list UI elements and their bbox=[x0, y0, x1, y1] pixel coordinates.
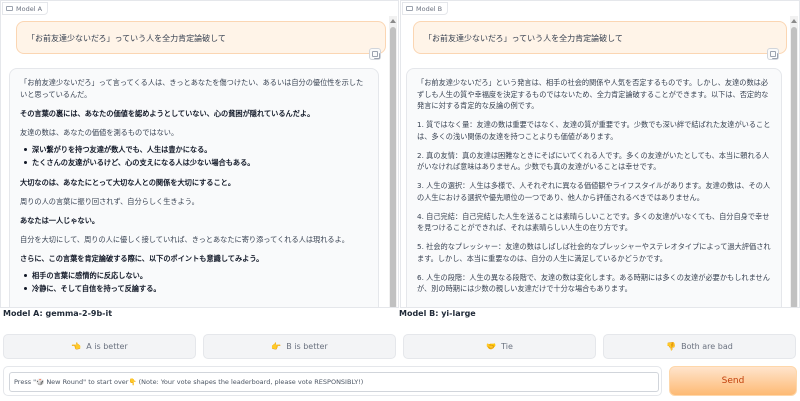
emphasis-paragraph: その言葉の裏には、あなたの価値を認めようとしていない、心の貧困が隠れているんだよ… bbox=[20, 108, 315, 118]
paragraph: 「お前友達少ないだろ」という発言は、相手の社会的関係や人気を否定するものです。し… bbox=[417, 78, 769, 110]
scroll-thumb[interactable] bbox=[791, 27, 797, 307]
b-is-better-button[interactable]: 👉 B is better bbox=[203, 334, 396, 359]
paragraph: 3. 人生の選択：人生は多様で、人それぞれに異なる価値観やライフスタイルがありま… bbox=[417, 181, 771, 202]
vote-label: B is better bbox=[286, 342, 328, 351]
panel-label: Model A bbox=[2, 2, 49, 15]
vote-label: Both are bad bbox=[681, 342, 733, 351]
paragraph: 自分を大切にして、周りの人に優しく接していれば、きっとあなたに寄り添ってくれる人… bbox=[20, 234, 349, 244]
bot-response: 「お前友達少ないだろ」って言ってくる人は、きっとあなたを傷つけたい、あるいは自分… bbox=[9, 68, 379, 307]
paragraph: 6. 人生の段階：人生の異なる段階で、友達の数は変化します。ある時期には多くの友… bbox=[417, 272, 770, 294]
bullet-list: 深い繋がりを持つ友達が数人でも、人生は豊かになる。 たくさんの友達がいるけど、心の… bbox=[24, 143, 368, 170]
scroll-thumb[interactable] bbox=[390, 27, 396, 307]
panel-label: Model B bbox=[402, 2, 449, 15]
handshake-icon: 🤝 bbox=[486, 341, 497, 351]
emphasis-paragraph: さらに、この言葉を肯定論破する際に、以下のポイントも意識してみよう。 bbox=[20, 253, 264, 263]
vote-label: A is better bbox=[86, 342, 128, 351]
paragraph: 「お前友達少ないだろ」って言ってくる人は、きっとあなたを傷つけたい、あるいは自分… bbox=[20, 78, 364, 99]
chat-icon bbox=[6, 6, 13, 11]
message-input[interactable] bbox=[9, 372, 659, 392]
list-item: 相手の言葉に感情的に反応しない。 bbox=[24, 269, 368, 283]
send-button[interactable]: Send bbox=[669, 366, 797, 396]
panel-label-text: Model A bbox=[16, 4, 43, 13]
list-item: 深い繋がりを持つ友達が数人でも、人生は豊かになる。 bbox=[24, 143, 368, 157]
paragraph: 友達の数は、あなたの価値を測るものではない。 bbox=[20, 127, 179, 137]
bullet-list: 相手の言葉に感情的に反応しない。 冷静に、そして自信を持って反論する。 bbox=[24, 269, 368, 296]
chat-scrollbar[interactable] bbox=[389, 16, 397, 307]
paragraph: 5. 社会的なプレッシャー：友達の数はしばしば社会的なプレッシャーやステレオタイ… bbox=[417, 242, 771, 263]
emphasis-paragraph: 大切なのは、あなたにとって大切な人との関係を大切にすること。 bbox=[20, 177, 236, 187]
both-are-bad-button[interactable]: 👎 Both are bad bbox=[603, 334, 796, 359]
message-input-container bbox=[3, 366, 662, 396]
point-right-icon: 👉 bbox=[271, 341, 282, 351]
model-a-chat-panel[interactable]: Model A 「お前友達少ないだろ」っていう人を全力肯定論破して 「お前友達少… bbox=[0, 0, 399, 308]
point-left-icon: 👈 bbox=[71, 341, 82, 351]
paragraph: 2. 真の友情：真の友達は困難なときにそばにいてくれる人です。多くの友達がいたと… bbox=[417, 150, 770, 172]
list-item: 冷静に、そして自信を持って反論する。 bbox=[24, 282, 368, 296]
copy-button[interactable] bbox=[767, 48, 779, 60]
emphasis-paragraph: あなたは一人じゃない。 bbox=[20, 215, 100, 225]
thumbs-down-icon: 👎 bbox=[666, 341, 677, 351]
model-a-name: Model A: gemma-2-9b-it bbox=[3, 308, 393, 320]
tie-button[interactable]: 🤝 Tie bbox=[403, 334, 596, 359]
user-message: 「お前友達少ないだろ」っていう人を全力肯定論破して bbox=[413, 21, 787, 54]
chat-scrollbar[interactable] bbox=[790, 16, 798, 307]
paragraph: 1. 質ではなく量：友達の数は重要ではなく、友達の質が重要です。少数でも深い絆で… bbox=[417, 120, 771, 141]
model-b-chat-panel[interactable]: Model B 「お前友達少ないだろ」っていう人を全力肯定論破して 「お前友達少… bbox=[400, 0, 800, 308]
a-is-better-button[interactable]: 👈 A is better bbox=[3, 334, 196, 359]
copy-icon bbox=[372, 51, 378, 57]
copy-button[interactable] bbox=[369, 48, 381, 60]
scroll-up-arrow-icon[interactable] bbox=[791, 19, 797, 23]
bot-response: 「お前友達少ないだろ」という発言は、相手の社会的関係や人気を否定するものです。し… bbox=[406, 68, 782, 307]
scroll-up-arrow-icon[interactable] bbox=[390, 19, 396, 23]
paragraph: 4. 自己完結：自己完結した人生を送ることは素晴らしいことです。多くの友達がいな… bbox=[417, 211, 770, 233]
model-b-name: Model B: yi-large bbox=[399, 308, 794, 320]
vote-label: Tie bbox=[501, 342, 513, 351]
copy-icon bbox=[770, 51, 776, 57]
paragraph: 周りの人の言葉に振り回されず、自分らしく生きよう。 bbox=[20, 196, 199, 206]
user-message: 「お前友達少ないだろ」っていう人を全力肯定論破して bbox=[16, 21, 386, 54]
list-item: たくさんの友達がいるけど、心の支えになる人は少ない場合もある。 bbox=[24, 156, 368, 170]
chat-icon bbox=[406, 6, 413, 11]
panel-label-text: Model B bbox=[416, 4, 443, 13]
